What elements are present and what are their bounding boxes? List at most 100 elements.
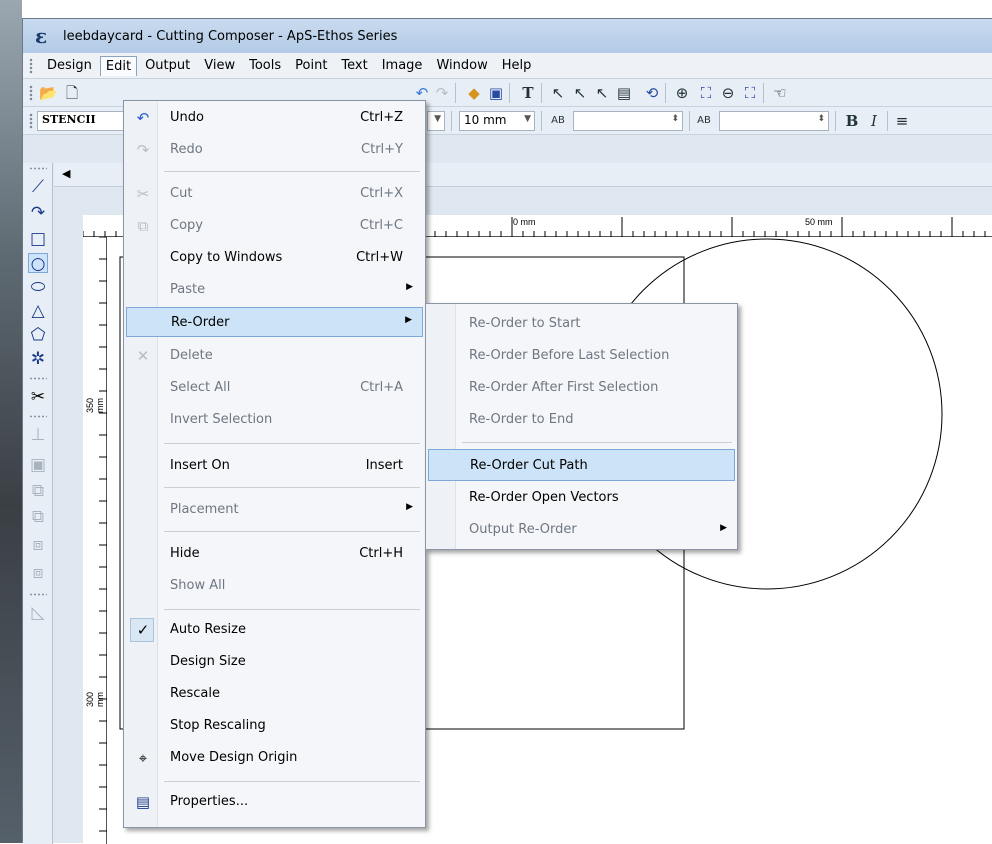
toolbox-grip-icon <box>29 167 47 170</box>
italic-button[interactable]: I <box>865 112 883 130</box>
image-select-icon[interactable]: ▤ <box>615 84 633 102</box>
menu-help[interactable]: Help <box>496 55 538 76</box>
text-tool-icon[interactable]: T <box>519 84 537 102</box>
zoom-out-icon[interactable]: ⊖ <box>719 84 737 102</box>
menu-item-hide[interactable]: Hide Ctrl+H <box>126 539 423 569</box>
ruler-label-50mm: 50 mm <box>805 217 833 227</box>
submenu-item-re-order-after-first[interactable]: Re-Order After First Selection <box>428 372 735 404</box>
tab-scroll-left-icon[interactable]: ◀ <box>62 167 70 180</box>
menu-item-delete[interactable]: ✕ Delete <box>126 341 423 371</box>
tag-icon[interactable]: ◆ <box>465 84 483 102</box>
ellipse-tool-icon[interactable]: ⬭ <box>28 277 48 297</box>
menu-item-label: Stop Rescaling <box>170 718 266 733</box>
font-size-combo[interactable]: 10 mm ▼ <box>459 111 535 131</box>
ruler-label-0mm: 0 mm <box>513 217 536 227</box>
select-arrow-icon[interactable]: ↖ <box>549 84 567 102</box>
zoom-page-icon[interactable]: ⛶ <box>741 84 759 102</box>
font-combo[interactable]: STENCII <box>37 111 127 131</box>
submenu-item-re-order-to-end[interactable]: Re-Order to End <box>428 404 735 436</box>
combine-tool-icon[interactable]: ⧈ <box>28 535 48 555</box>
menu-item-insert-on[interactable]: Insert On Insert <box>126 451 423 481</box>
menu-item-move-design-origin[interactable]: ⌖ Move Design Origin <box>126 743 423 773</box>
offset-tool-icon[interactable]: ▣ <box>28 455 48 475</box>
redo-toolbar-icon[interactable]: ↷ <box>433 84 451 102</box>
line-tool-icon[interactable]: ⟋ <box>28 177 48 197</box>
curve-tool-icon[interactable]: ↷ <box>28 203 48 223</box>
menu-point[interactable]: Point <box>289 55 333 76</box>
line-spacing-stepper[interactable]: ⬍ <box>719 111 829 131</box>
menu-item-invert-selection[interactable]: Invert Selection <box>126 405 423 435</box>
bold-button[interactable]: B <box>843 112 861 130</box>
multi-select-icon[interactable]: ↖ <box>593 84 611 102</box>
menu-item-label: Auto Resize <box>170 622 246 637</box>
menu-text[interactable]: Text <box>335 55 373 76</box>
menu-item-re-order[interactable]: Re-Order ▶ <box>126 307 423 337</box>
menu-separator <box>164 487 420 488</box>
measure-tool-icon[interactable]: ◺ <box>28 603 48 623</box>
menu-tools[interactable]: Tools <box>243 55 287 76</box>
open-folder-icon[interactable]: 📂 <box>39 84 58 102</box>
menu-separator <box>164 443 420 444</box>
submenu-item-re-order-before-last[interactable]: Re-Order Before Last Selection <box>428 340 735 372</box>
node-select-icon[interactable]: ↖ <box>571 84 589 102</box>
save-icon[interactable]: ▣ <box>487 84 505 102</box>
ruler-ticks-vertical <box>99 237 107 832</box>
menu-item-show-all[interactable]: Show All <box>126 571 423 601</box>
menu-bar: Design Edit Output View Tools Point Text… <box>23 53 992 79</box>
rectangle-tool-icon[interactable]: □ <box>28 229 48 249</box>
menu-item-label: Undo <box>170 110 204 125</box>
submenu-item-re-order-to-start[interactable]: Re-Order to Start <box>428 308 735 340</box>
menu-item-copy-to-windows[interactable]: Copy to Windows Ctrl+W <box>126 243 423 273</box>
menu-item-properties[interactable]: ▤ Properties... <box>126 787 423 817</box>
submenu-arrow-icon: ▶ <box>406 282 413 292</box>
triangle-tool-icon[interactable]: △ <box>28 301 48 321</box>
zoom-in-icon[interactable]: ⊕ <box>673 84 691 102</box>
font-style-combo[interactable]: ▼ <box>427 111 445 131</box>
knife-tool-icon[interactable]: ✂ <box>28 387 48 407</box>
toolbar-grip-icon[interactable] <box>29 85 33 101</box>
delete-icon: ✕ <box>136 347 150 365</box>
submenu-item-output-re-order[interactable]: Output Re-Order ▶ <box>428 514 735 546</box>
shadow-tool-icon[interactable]: ⧉ <box>28 481 48 501</box>
menu-item-cut[interactable]: ✂ Cut Ctrl+X <box>126 179 423 209</box>
menu-item-rescale[interactable]: Rescale <box>126 679 423 709</box>
circle-tool-icon[interactable]: ○ <box>28 253 48 274</box>
zoom-fit-icon[interactable]: ⛶ <box>697 84 715 102</box>
char-spacing-stepper[interactable]: ⬍ <box>573 111 683 131</box>
menu-image[interactable]: Image <box>376 55 429 76</box>
submenu-item-label: Re-Order Cut Path <box>470 458 588 473</box>
toolbar-separator <box>835 111 836 131</box>
menubar-grip-icon[interactable] <box>29 58 33 74</box>
menu-item-select-all[interactable]: Select All Ctrl+A <box>126 373 423 403</box>
menu-item-copy[interactable]: ⧉ Copy Ctrl+C <box>126 211 423 241</box>
new-document-icon[interactable]: 🗋 <box>63 84 81 102</box>
menu-item-stop-rescaling[interactable]: Stop Rescaling <box>126 711 423 741</box>
menu-item-placement[interactable]: Placement ▶ <box>126 495 423 525</box>
menu-item-auto-resize[interactable]: ✓ Auto Resize <box>126 615 423 645</box>
layer-tool-icon[interactable]: ⧉ <box>28 507 48 527</box>
refresh-icon[interactable]: ⟲ <box>643 84 661 102</box>
menu-view[interactable]: View <box>198 55 241 76</box>
menu-item-design-size[interactable]: Design Size <box>126 647 423 677</box>
menu-output[interactable]: Output <box>139 55 196 76</box>
subtract-tool-icon[interactable]: ⧈ <box>28 563 48 583</box>
menu-item-label: Hide <box>170 546 200 561</box>
menu-item-label: Move Design Origin <box>170 750 298 765</box>
menu-item-paste[interactable]: Paste ▶ <box>126 275 423 305</box>
toolbar-grip-icon[interactable] <box>29 113 33 129</box>
menu-window[interactable]: Window <box>430 55 493 76</box>
weld-tool-icon[interactable]: ⊥ <box>28 425 48 445</box>
pan-hand-icon[interactable]: ☜ <box>771 84 789 102</box>
menu-item-undo[interactable]: ↶ Undo Ctrl+Z <box>126 103 423 133</box>
submenu-item-re-order-cut-path[interactable]: Re-Order Cut Path <box>428 449 735 481</box>
menu-design[interactable]: Design <box>41 55 98 76</box>
align-left-icon[interactable]: ≡ <box>893 112 911 130</box>
menu-edit[interactable]: Edit <box>99 55 138 76</box>
menu-item-redo[interactable]: ↷ Redo Ctrl+Y <box>126 135 423 165</box>
crosshair-icon: ⌖ <box>138 749 148 767</box>
edit-menu-dropdown: ↶ Undo Ctrl+Z ↷ Redo Ctrl+Y ✂ Cut Ctrl+X… <box>123 100 426 828</box>
star-tool-icon[interactable]: ✲ <box>28 349 48 369</box>
polygon-tool-icon[interactable]: ⬠ <box>28 325 48 345</box>
scissors-icon: ✂ <box>136 185 150 203</box>
submenu-item-re-order-open-vectors[interactable]: Re-Order Open Vectors <box>428 482 735 514</box>
